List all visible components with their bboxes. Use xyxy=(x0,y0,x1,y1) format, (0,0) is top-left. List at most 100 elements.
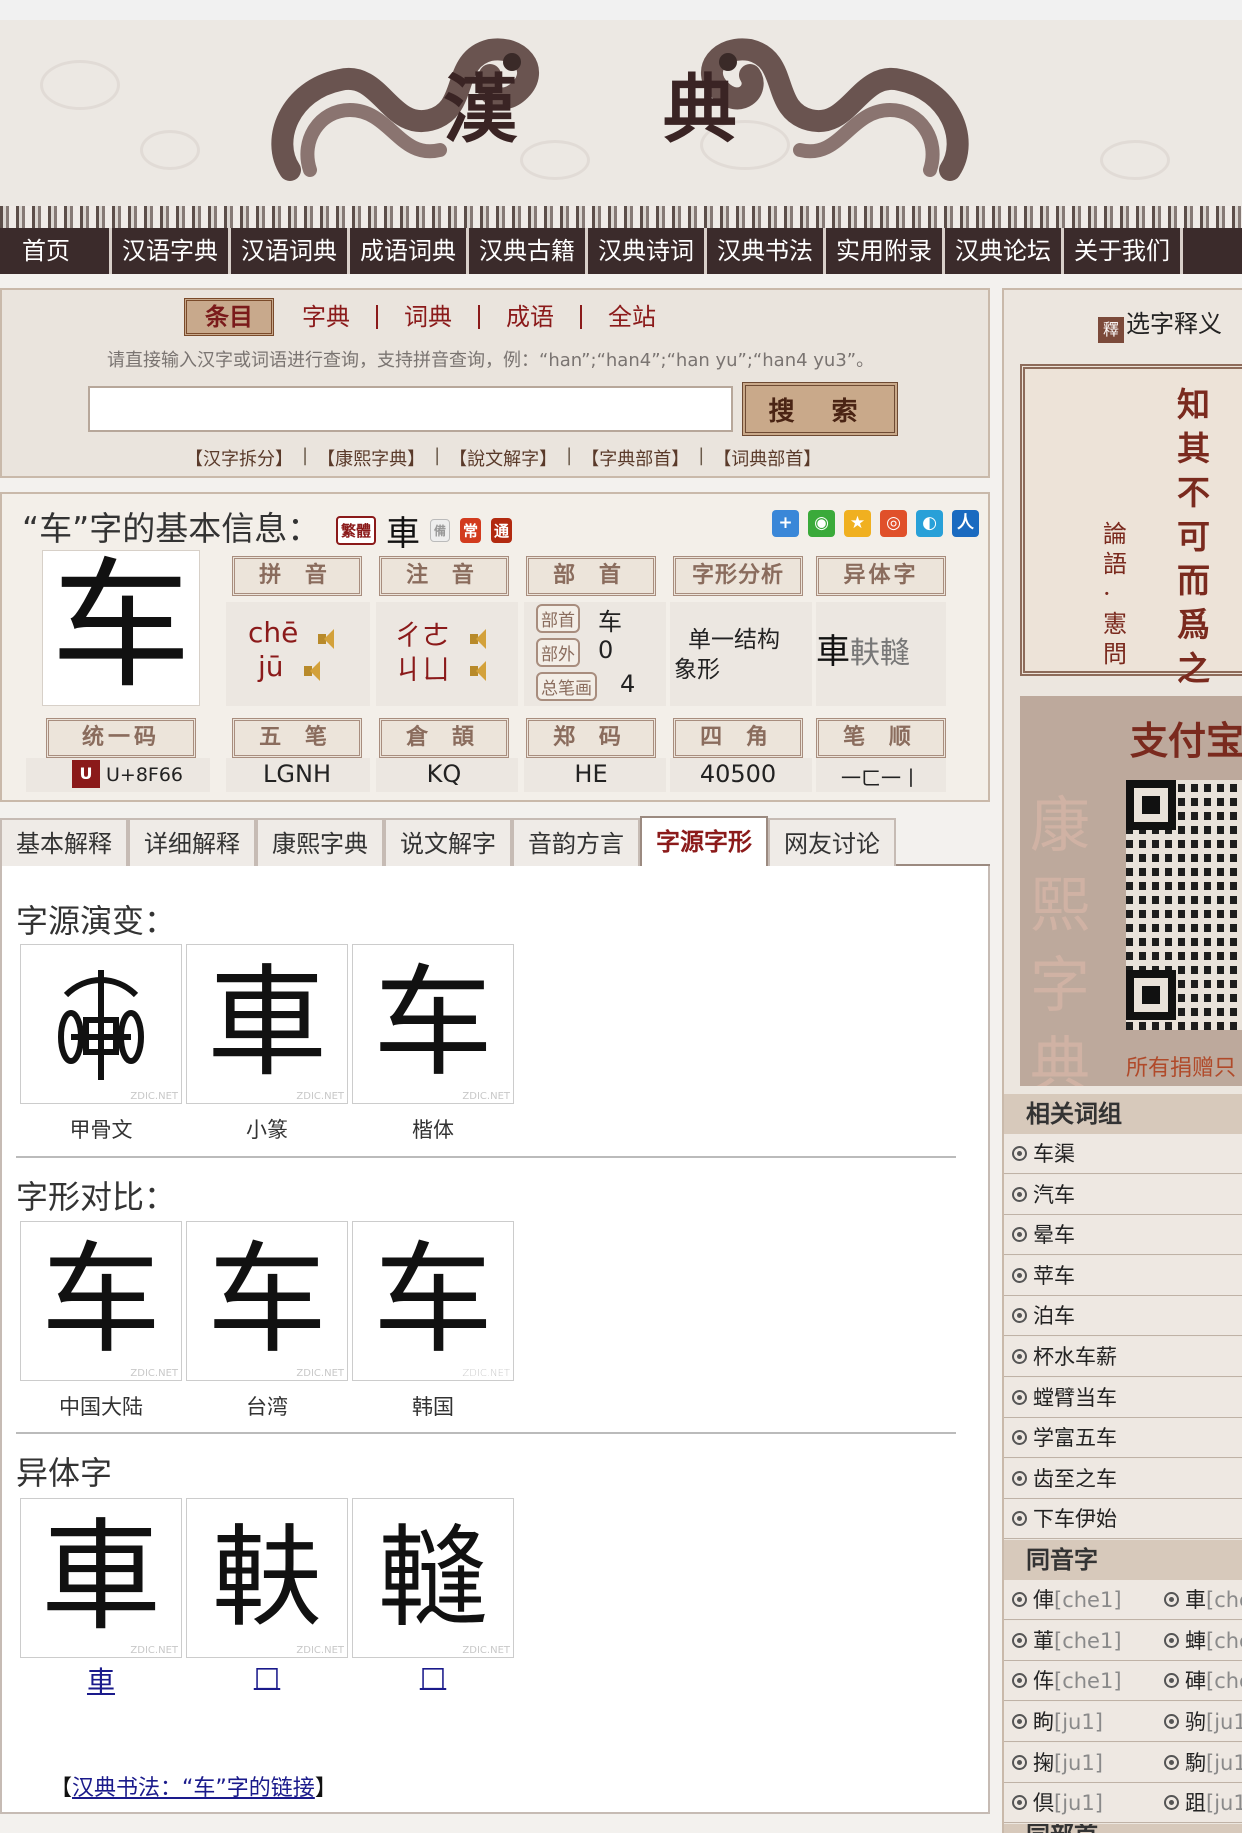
shufa-link[interactable]: 汉典书法：“车”字的链接 xyxy=(72,1776,315,1801)
glyph-variant-3: 䡫 ZDIC.NET xyxy=(352,1498,514,1658)
link-chaifen[interactable]: 【汉字拆分】 xyxy=(182,445,296,471)
content-tabs: 基本解释 详细解释 康熙字典 说文解字 音韵方言 字源字形 网友讨论 xyxy=(0,816,990,866)
nav-about[interactable]: 关于我们 xyxy=(1064,228,1183,274)
glyph-kaiti: 车 ZDIC.NET xyxy=(352,944,514,1104)
homophone-item[interactable]: 車[che1] xyxy=(1156,1580,1242,1620)
homophone-row: 倶[ju1] 跙[ju1] xyxy=(1004,1783,1242,1823)
radio-bullet-icon xyxy=(1012,1146,1027,1161)
link-shuowen[interactable]: 【說文解字】 xyxy=(446,445,560,471)
tab-kangxi[interactable]: 康熙字典 xyxy=(256,818,384,866)
related-item[interactable]: 杯水车薪 xyxy=(1004,1337,1242,1377)
caption-oracle: 甲骨文 xyxy=(69,1118,133,1142)
select-definition-label: 选字释义 xyxy=(1126,310,1222,338)
qq-icon[interactable]: ◐ xyxy=(916,510,943,537)
homophone-item[interactable]: 硨[che1] xyxy=(1156,1661,1242,1701)
related-item[interactable]: 泊车 xyxy=(1004,1296,1242,1336)
nav-shufa[interactable]: 汉典书法 xyxy=(707,228,826,274)
nav-home[interactable]: 首页 xyxy=(0,228,112,274)
tab-basic[interactable]: 基本解释 xyxy=(0,818,128,866)
yiti-char-1[interactable]: 車 xyxy=(816,632,850,672)
renren-icon[interactable]: 人 xyxy=(952,510,979,537)
nav-shici[interactable]: 汉典诗词 xyxy=(588,228,707,274)
related-item[interactable]: 车渠 xyxy=(1004,1134,1242,1174)
related-item[interactable]: 晕车 xyxy=(1004,1215,1242,1255)
homophone-item[interactable]: 眗[ju1] xyxy=(1004,1702,1103,1742)
speaker-ju-icon[interactable] xyxy=(302,660,326,682)
search-tab-zidian[interactable]: 字典 xyxy=(276,305,378,329)
qzone-icon[interactable]: ★ xyxy=(844,510,871,537)
nav-luntan[interactable]: 汉典论坛 xyxy=(945,228,1064,274)
yiti-char-3[interactable]: 䡫 xyxy=(880,636,910,671)
weibo-icon[interactable]: ◎ xyxy=(880,510,907,537)
homophone-item[interactable]: 掬[ju1] xyxy=(1004,1743,1103,1783)
homophone-item[interactable]: 駒[ju1] xyxy=(1156,1743,1242,1783)
glyph-mainland: 车 ZDIC.NET xyxy=(20,1221,182,1381)
glyph-taiwan: 车 ZDIC.NET xyxy=(186,1221,348,1381)
site-title[interactable]: 漢 典 xyxy=(443,50,797,157)
speaker-zhuyin-che-icon[interactable] xyxy=(468,628,492,650)
top-nav: 首页 汉语字典 汉语词典 成语词典 汉典古籍 汉典诗词 汉典书法 实用附录 汉典… xyxy=(0,228,1242,274)
tab-yinyun[interactable]: 音韵方言 xyxy=(512,818,640,866)
speaker-zhuyin-ju-icon[interactable] xyxy=(468,660,492,682)
homophone-item[interactable]: 蛼[che1] xyxy=(1156,1621,1242,1661)
search-tab-cidian[interactable]: 词典 xyxy=(378,305,480,329)
nav-cidian[interactable]: 汉语词典 xyxy=(231,228,350,274)
shufa-link-wrapper: 【汉典书法：“车”字的链接】 xyxy=(50,1770,337,1802)
radio-bullet-icon xyxy=(1012,1430,1027,1445)
related-item[interactable]: 汽车 xyxy=(1004,1175,1242,1215)
bracket-open: 【 xyxy=(50,1776,73,1801)
tab-detail[interactable]: 详细解释 xyxy=(128,818,256,866)
site-banner: 漢 典 xyxy=(0,0,1242,206)
tongyong-badge: 通 xyxy=(491,518,513,543)
variant-link-1[interactable]: 車 xyxy=(20,1660,182,1700)
tab-shuowen[interactable]: 说文解字 xyxy=(384,818,512,866)
related-item[interactable]: 学富五车 xyxy=(1004,1418,1242,1458)
speaker-che-icon[interactable] xyxy=(316,628,340,650)
homophone-item[interactable]: 俥[che1] xyxy=(1004,1580,1122,1620)
donate-box: 康熙字典 支付宝 所有捐赠只 xyxy=(1020,696,1242,1086)
caption-seal: 小篆 xyxy=(246,1118,288,1142)
related-item[interactable]: 下车伊始 xyxy=(1004,1499,1242,1539)
homophone-item[interactable]: 倶[ju1] xyxy=(1004,1783,1103,1823)
variant-link-3[interactable]: □ xyxy=(352,1660,514,1693)
variant-link-2[interactable]: □ xyxy=(186,1660,348,1693)
related-item[interactable]: 苹车 xyxy=(1004,1256,1242,1296)
link-kangxi[interactable]: 【康熙字典】 xyxy=(314,445,428,471)
homophone-item[interactable]: 伡[che1] xyxy=(1004,1661,1122,1701)
tab-ziyuan[interactable]: 字源字形 xyxy=(640,816,768,866)
bihua-value: 4 xyxy=(620,670,636,698)
nav-zidian[interactable]: 汉语字典 xyxy=(112,228,231,274)
caption-korea: 韩国 xyxy=(412,1395,454,1419)
nav-chengyu[interactable]: 成语词典 xyxy=(350,228,469,274)
nav-guji[interactable]: 汉典古籍 xyxy=(469,228,588,274)
nav-fulu[interactable]: 实用附录 xyxy=(826,228,945,274)
header-zhengma: 郑 码 xyxy=(526,718,656,758)
related-item[interactable]: 齿至之车 xyxy=(1004,1459,1242,1499)
select-definition[interactable]: 釋选字释义 xyxy=(1098,304,1222,343)
header-bushou: 部 首 xyxy=(526,556,656,596)
homophone-item[interactable]: 驹[ju1] xyxy=(1156,1702,1242,1742)
qr-code-icon xyxy=(1126,780,1242,1030)
link-zidian-bushou[interactable]: 【字典部首】 xyxy=(578,445,692,471)
radio-bullet-icon xyxy=(1012,1390,1027,1405)
variants-title: 异体字 xyxy=(16,1454,113,1492)
plus-share-icon[interactable]: + xyxy=(772,510,799,537)
traditional-char[interactable]: 車 xyxy=(386,506,420,555)
search-input[interactable] xyxy=(88,386,733,432)
wechat-icon[interactable]: ◉ xyxy=(808,510,835,537)
bushou-value[interactable]: 车 xyxy=(598,602,622,637)
homophone-item[interactable]: 跙[ju1] xyxy=(1156,1783,1242,1823)
search-tab-chengyu[interactable]: 成语 xyxy=(480,305,582,329)
search-tab-site[interactable]: 全站 xyxy=(582,305,682,329)
search-tab-entry[interactable]: 条目 xyxy=(184,298,274,336)
bihua-tag: 总笔画 xyxy=(536,672,597,701)
header-cangjie: 倉 頡 xyxy=(379,718,509,758)
related-item[interactable]: 螳臂当车 xyxy=(1004,1378,1242,1418)
yiti-char-2[interactable]: 䡍 xyxy=(850,636,880,671)
bushou-tag: 部首 xyxy=(536,604,580,633)
tab-discussion[interactable]: 网友讨论 xyxy=(768,818,896,866)
header-pinyin: 拼 音 xyxy=(232,556,362,596)
link-cidian-bushou[interactable]: 【词典部首】 xyxy=(710,445,824,471)
search-button[interactable]: 搜 索 xyxy=(742,382,898,436)
homophone-item[interactable]: 莗[che1] xyxy=(1004,1621,1122,1661)
